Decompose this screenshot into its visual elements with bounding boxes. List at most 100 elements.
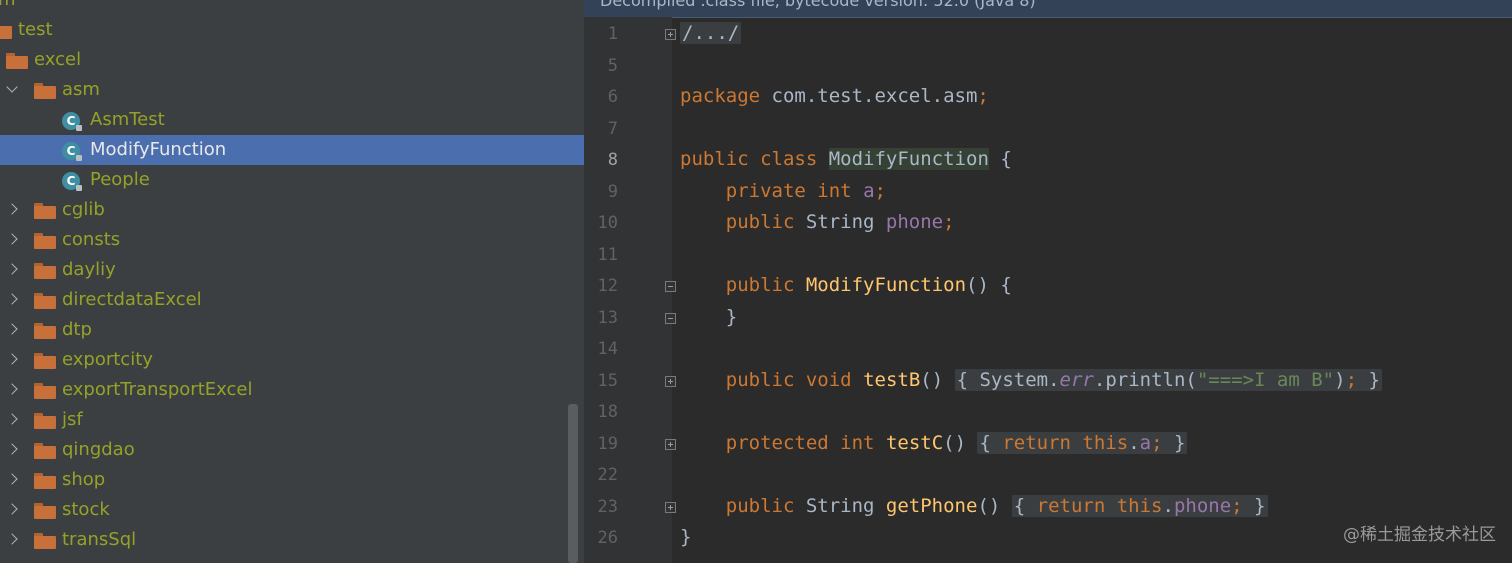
line-number: 9 xyxy=(607,182,618,202)
tree-item-folder[interactable]: directdataExcel xyxy=(0,285,584,315)
chevron-right-icon[interactable] xyxy=(6,293,18,305)
tree-item-folder[interactable]: qingdao xyxy=(0,435,584,465)
line-number: 18 xyxy=(597,402,618,422)
code-line[interactable]: protected int testC() { return this.a; } xyxy=(680,432,1188,454)
tree-item-label: AsmTest xyxy=(90,109,165,130)
line-number: 26 xyxy=(597,528,618,548)
code-line[interactable]: package com.test.excel.asm; xyxy=(680,85,989,107)
watermark: @稀土掘金技术社区 xyxy=(1343,525,1496,545)
folder-icon xyxy=(34,263,56,279)
tree-item-folder[interactable]: excel xyxy=(0,45,584,75)
tree-item-folder[interactable]: consts xyxy=(0,225,584,255)
java-class-icon: C xyxy=(62,112,82,131)
tree-item-class[interactable]: C AsmTest xyxy=(0,105,584,135)
fold-collapse-icon[interactable] xyxy=(665,281,676,292)
chevron-right-icon[interactable] xyxy=(6,473,18,485)
fold-expand-icon[interactable] xyxy=(665,29,676,40)
chevron-right-icon[interactable] xyxy=(6,233,18,245)
chevron-right-icon[interactable] xyxy=(6,533,18,545)
fold-expand-icon[interactable] xyxy=(665,439,676,450)
tree-item-label: ModifyFunction xyxy=(90,139,227,160)
tree-item-folder[interactable]: transSql xyxy=(0,525,584,555)
code-line[interactable]: public void testB() { System.err.println… xyxy=(680,369,1382,391)
folder-icon xyxy=(34,83,56,99)
code-editor[interactable]: Decompiled .class file, bytecode version… xyxy=(584,0,1512,563)
folder-icon xyxy=(34,443,56,459)
chevron-right-icon[interactable] xyxy=(6,203,18,215)
chevron-right-icon[interactable] xyxy=(6,383,18,395)
project-tree[interactable]: m test excel asm C AsmTest C ModifyFunction C Peo… xyxy=(0,0,584,563)
lock-icon xyxy=(76,125,82,131)
lock-icon xyxy=(76,155,82,161)
line-number: 22 xyxy=(597,465,618,485)
tree-item-label: directdataExcel xyxy=(62,289,202,310)
line-number: 11 xyxy=(597,245,618,265)
tree-item-label: asm xyxy=(62,79,100,100)
folder-icon xyxy=(0,23,12,39)
tree-item-folder[interactable]: dayliy xyxy=(0,255,584,285)
chevron-right-icon[interactable] xyxy=(6,413,18,425)
chevron-right-icon[interactable] xyxy=(6,323,18,335)
line-number: 10 xyxy=(597,213,618,233)
tree-item-label: cglib xyxy=(62,199,105,220)
line-number: 6 xyxy=(607,87,618,107)
tree-item-folder[interactable]: stock xyxy=(0,495,584,525)
folder-icon xyxy=(34,353,56,369)
tree-item-label: exportcity xyxy=(62,349,153,370)
folder-icon xyxy=(34,233,56,249)
banner-text: Decompiled .class file, bytecode version… xyxy=(600,0,1036,10)
tree-item-class[interactable]: C People xyxy=(0,165,584,195)
line-number: 8 xyxy=(607,150,618,170)
tree-item-label: excel xyxy=(34,49,82,70)
chevron-down-icon[interactable] xyxy=(6,81,18,93)
folder-icon xyxy=(34,203,56,219)
line-number: 5 xyxy=(607,56,618,76)
code-line[interactable]: public class ModifyFunction { xyxy=(680,148,1012,170)
chevron-right-icon[interactable] xyxy=(6,503,18,515)
code-line[interactable]: } xyxy=(680,526,691,548)
code-line[interactable]: public ModifyFunction() { xyxy=(680,274,1012,296)
tree-item-label: qingdao xyxy=(62,439,135,460)
tree-item-folder[interactable]: jsf xyxy=(0,405,584,435)
tree-item-folder[interactable]: dtp xyxy=(0,315,584,345)
folder-icon xyxy=(34,473,56,489)
chevron-right-icon[interactable] xyxy=(6,353,18,365)
line-number: 1 xyxy=(607,24,618,44)
tree-item-label: shop xyxy=(62,469,106,490)
code-line[interactable]: /.../ xyxy=(680,22,742,44)
tree-item-label: stock xyxy=(62,499,110,520)
code-line[interactable]: } xyxy=(680,306,737,328)
tree-item-folder[interactable]: exportTransportExcel xyxy=(0,375,584,405)
tree-item-label: test xyxy=(18,19,53,40)
tree-item-folder[interactable]: shop xyxy=(0,465,584,495)
tree-item-folder[interactable]: test xyxy=(0,15,584,45)
fold-collapse-icon[interactable] xyxy=(665,313,676,324)
fold-expand-icon[interactable] xyxy=(665,502,676,513)
folder-icon xyxy=(34,533,56,549)
tree-item-label: dayliy xyxy=(62,259,116,280)
line-number: 14 xyxy=(597,339,618,359)
tree-item-folder[interactable]: exportcity xyxy=(0,345,584,375)
tree-item-folder[interactable]: cglib xyxy=(0,195,584,225)
folder-icon xyxy=(34,383,56,399)
chevron-right-icon[interactable] xyxy=(6,443,18,455)
java-class-icon: C xyxy=(62,142,82,161)
line-number: 7 xyxy=(607,119,618,139)
folder-icon xyxy=(34,293,56,309)
code-line[interactable]: public String getPhone() { return this.p… xyxy=(680,495,1268,517)
fold-expand-icon[interactable] xyxy=(665,376,676,387)
tree-item-folder[interactable]: m xyxy=(0,0,584,15)
tree-item-class[interactable]: C ModifyFunction xyxy=(0,135,584,165)
tree-item-folder[interactable]: asm xyxy=(0,75,584,105)
tree-scrollbar[interactable] xyxy=(568,404,578,563)
code-line[interactable]: public String phone; xyxy=(680,211,955,233)
lock-icon xyxy=(76,185,82,191)
line-number: 12 xyxy=(597,276,618,296)
chevron-right-icon[interactable] xyxy=(6,263,18,275)
line-number: 19 xyxy=(597,434,618,454)
java-class-icon: C xyxy=(62,172,82,191)
line-number: 15 xyxy=(597,371,618,391)
line-number: 13 xyxy=(597,308,618,328)
code-line[interactable]: private int a; xyxy=(680,180,886,202)
tree-item-label: exportTransportExcel xyxy=(62,379,253,400)
